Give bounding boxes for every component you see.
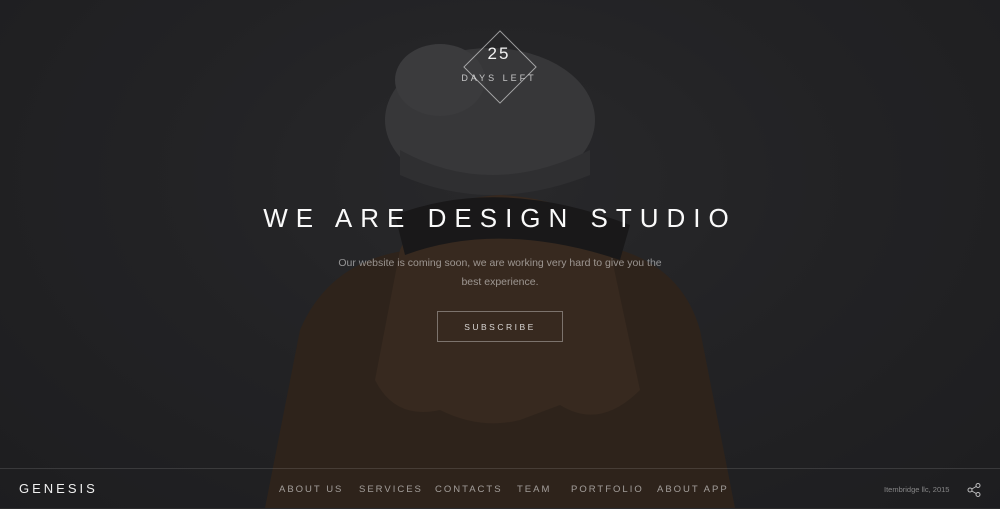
nav-about-app[interactable]: ABOUT APP xyxy=(657,484,729,495)
countdown-label: DAYS LEFT xyxy=(461,73,537,83)
nav-about-us[interactable]: ABOUT US xyxy=(279,484,343,495)
countdown-badge: 25 DAYS LEFT xyxy=(461,30,537,104)
brand-logo[interactable]: GENESIS xyxy=(19,481,98,496)
nav-team[interactable]: TEAM xyxy=(517,484,551,495)
share-icon[interactable] xyxy=(966,482,982,498)
copyright-text: Itembridge llc, 2015 xyxy=(884,485,950,494)
hero-section: 25 DAYS LEFT WE ARE DESIGN STUDIO Our we… xyxy=(0,0,1000,508)
nav-portfolio[interactable]: PORTFOLIO xyxy=(571,484,644,495)
share-icon-graphic xyxy=(967,483,981,497)
nav-services[interactable]: SERVICES xyxy=(359,484,423,495)
countdown-number: 25 xyxy=(487,44,511,63)
subscribe-button[interactable]: SUBSCRIBE xyxy=(437,311,563,342)
hero-headline: WE ARE DESIGN STUDIO xyxy=(263,203,737,233)
diamond-frame xyxy=(463,30,537,104)
footer-bar: GENESIS ABOUT US SERVICES CONTACTS TEAM … xyxy=(0,468,1000,509)
nav-contacts[interactable]: CONTACTS xyxy=(435,484,503,495)
hero-subtext: Our website is coming soon, we are worki… xyxy=(338,257,662,288)
